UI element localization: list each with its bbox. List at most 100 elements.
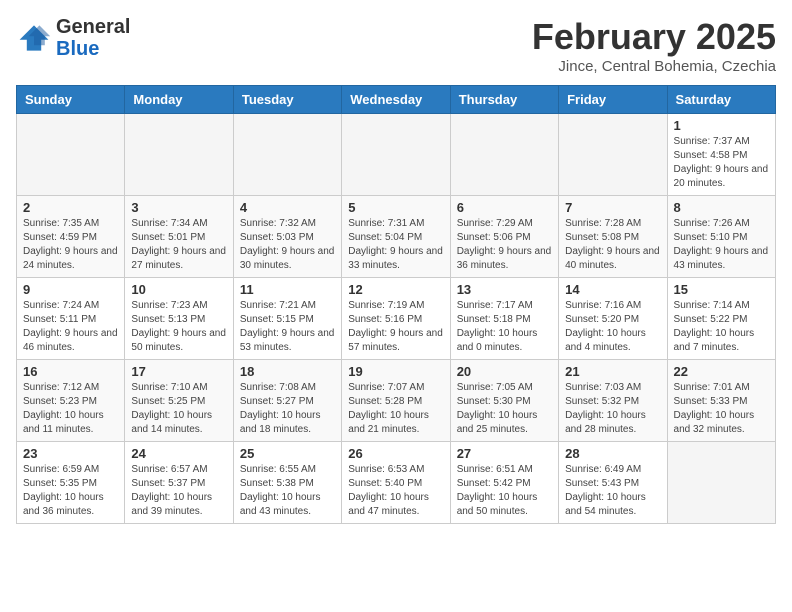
day-number: 20 [457, 364, 552, 379]
day-info: Sunrise: 7:01 AM Sunset: 5:33 PM Dayligh… [674, 381, 769, 437]
logo: General Blue [16, 16, 130, 60]
day-info: Sunrise: 6:59 AM Sunset: 5:35 PM Dayligh… [23, 463, 118, 519]
day-cell-16: 16 Sunrise: 7:12 AM Sunset: 5:23 PM Dayli… [17, 360, 125, 442]
day-number: 26 [348, 446, 443, 461]
calendar-table: SundayMondayTuesdayWednesdayThursdayFrid… [16, 85, 776, 524]
day-cell-4: 4 Sunrise: 7:32 AM Sunset: 5:03 PM Daylig… [233, 196, 341, 278]
logo-general: General [56, 16, 130, 38]
day-cell-9: 9Sunrise: 7:24 AM Sunset: 5:11 PM Daylig… [17, 278, 125, 360]
day-cell-5: 5 Sunrise: 7:31 AM Sunset: 5:04 PM Daylig… [342, 196, 450, 278]
week-row-3: 9Sunrise: 7:24 AM Sunset: 5:11 PM Daylig… [17, 278, 776, 360]
day-number: 2 [23, 200, 118, 215]
days-of-week-row: SundayMondayTuesdayWednesdayThursdayFrid… [17, 86, 776, 114]
day-info: Sunrise: 6:57 AM Sunset: 5:37 PM Dayligh… [131, 463, 226, 519]
title-section: February 2025 Jince, Central Bohemia, Cz… [532, 16, 776, 75]
day-cell-14: 14Sunrise: 7:16 AM Sunset: 5:20 PM Dayli… [559, 278, 667, 360]
day-info: Sunrise: 7:10 AM Sunset: 5:25 PM Dayligh… [131, 381, 226, 437]
day-header-monday: Monday [125, 86, 233, 114]
day-number: 5 [348, 200, 443, 215]
week-row-1: 1 Sunrise: 7:37 AM Sunset: 4:58 PM Daylig… [17, 114, 776, 196]
day-number: 3 [131, 200, 226, 215]
day-number: 22 [674, 364, 769, 379]
empty-cell [125, 114, 233, 196]
day-cell-19: 19 Sunrise: 7:07 AM Sunset: 5:28 PM Dayli… [342, 360, 450, 442]
day-number: 18 [240, 364, 335, 379]
day-header-wednesday: Wednesday [342, 86, 450, 114]
logo-text: General Blue [56, 16, 130, 60]
day-cell-1: 1 Sunrise: 7:37 AM Sunset: 4:58 PM Daylig… [667, 114, 775, 196]
day-cell-26: 26 Sunrise: 6:53 AM Sunset: 5:40 PM Dayli… [342, 442, 450, 524]
day-number: 15 [674, 282, 769, 297]
day-info: Sunrise: 7:21 AM Sunset: 5:15 PM Dayligh… [240, 299, 335, 355]
day-cell-11: 11 Sunrise: 7:21 AM Sunset: 5:15 PM Dayli… [233, 278, 341, 360]
day-info: Sunrise: 7:29 AM Sunset: 5:06 PM Dayligh… [457, 217, 552, 273]
day-info: Sunrise: 7:14 AM Sunset: 5:22 PM Dayligh… [674, 299, 769, 355]
day-info: Sunrise: 7:35 AM Sunset: 4:59 PM Dayligh… [23, 217, 118, 273]
day-number: 12 [348, 282, 443, 297]
logo-icon [16, 20, 52, 56]
day-info: Sunrise: 7:17 AM Sunset: 5:18 PM Dayligh… [457, 299, 552, 355]
day-number: 21 [565, 364, 660, 379]
day-number: 13 [457, 282, 552, 297]
day-cell-28: 28 Sunrise: 6:49 AM Sunset: 5:43 PM Dayli… [559, 442, 667, 524]
day-number: 7 [565, 200, 660, 215]
day-cell-15: 15 Sunrise: 7:14 AM Sunset: 5:22 PM Dayli… [667, 278, 775, 360]
week-row-4: 16 Sunrise: 7:12 AM Sunset: 5:23 PM Dayli… [17, 360, 776, 442]
day-number: 1 [674, 118, 769, 133]
day-info: Sunrise: 7:24 AM Sunset: 5:11 PM Dayligh… [23, 299, 118, 355]
page-header: General Blue February 2025 Jince, Centra… [16, 16, 776, 75]
day-number: 24 [131, 446, 226, 461]
day-number: 11 [240, 282, 335, 297]
day-cell-22: 22 Sunrise: 7:01 AM Sunset: 5:33 PM Dayli… [667, 360, 775, 442]
day-cell-21: 21 Sunrise: 7:03 AM Sunset: 5:32 PM Dayli… [559, 360, 667, 442]
day-number: 23 [23, 446, 118, 461]
day-info: Sunrise: 6:55 AM Sunset: 5:38 PM Dayligh… [240, 463, 335, 519]
day-number: 28 [565, 446, 660, 461]
day-number: 6 [457, 200, 552, 215]
day-cell-17: 17 Sunrise: 7:10 AM Sunset: 5:25 PM Dayli… [125, 360, 233, 442]
day-info: Sunrise: 6:49 AM Sunset: 5:43 PM Dayligh… [565, 463, 660, 519]
day-info: Sunrise: 7:07 AM Sunset: 5:28 PM Dayligh… [348, 381, 443, 437]
day-cell-7: 7 Sunrise: 7:28 AM Sunset: 5:08 PM Daylig… [559, 196, 667, 278]
day-header-tuesday: Tuesday [233, 86, 341, 114]
day-info: Sunrise: 6:53 AM Sunset: 5:40 PM Dayligh… [348, 463, 443, 519]
day-number: 8 [674, 200, 769, 215]
day-cell-10: 10 Sunrise: 7:23 AM Sunset: 5:13 PM Dayli… [125, 278, 233, 360]
day-number: 25 [240, 446, 335, 461]
day-info: Sunrise: 7:34 AM Sunset: 5:01 PM Dayligh… [131, 217, 226, 273]
day-info: Sunrise: 7:12 AM Sunset: 5:23 PM Dayligh… [23, 381, 118, 437]
calendar-subtitle: Jince, Central Bohemia, Czechia [532, 58, 776, 75]
day-header-sunday: Sunday [17, 86, 125, 114]
day-number: 4 [240, 200, 335, 215]
day-cell-18: 18Sunrise: 7:08 AM Sunset: 5:27 PM Dayli… [233, 360, 341, 442]
day-info: Sunrise: 7:37 AM Sunset: 4:58 PM Dayligh… [674, 135, 769, 191]
empty-cell [667, 442, 775, 524]
day-number: 10 [131, 282, 226, 297]
day-info: Sunrise: 7:19 AM Sunset: 5:16 PM Dayligh… [348, 299, 443, 355]
day-info: Sunrise: 7:26 AM Sunset: 5:10 PM Dayligh… [674, 217, 769, 273]
day-header-thursday: Thursday [450, 86, 558, 114]
day-cell-6: 6 Sunrise: 7:29 AM Sunset: 5:06 PM Daylig… [450, 196, 558, 278]
empty-cell [450, 114, 558, 196]
week-row-5: 23 Sunrise: 6:59 AM Sunset: 5:35 PM Dayli… [17, 442, 776, 524]
empty-cell [342, 114, 450, 196]
day-cell-13: 13 Sunrise: 7:17 AM Sunset: 5:18 PM Dayli… [450, 278, 558, 360]
day-info: Sunrise: 7:32 AM Sunset: 5:03 PM Dayligh… [240, 217, 335, 273]
day-number: 19 [348, 364, 443, 379]
day-cell-23: 23 Sunrise: 6:59 AM Sunset: 5:35 PM Dayli… [17, 442, 125, 524]
day-info: Sunrise: 7:03 AM Sunset: 5:32 PM Dayligh… [565, 381, 660, 437]
day-info: Sunrise: 7:28 AM Sunset: 5:08 PM Dayligh… [565, 217, 660, 273]
day-info: Sunrise: 7:23 AM Sunset: 5:13 PM Dayligh… [131, 299, 226, 355]
day-cell-25: 25 Sunrise: 6:55 AM Sunset: 5:38 PM Dayli… [233, 442, 341, 524]
day-header-saturday: Saturday [667, 86, 775, 114]
day-number: 17 [131, 364, 226, 379]
day-info: Sunrise: 6:51 AM Sunset: 5:42 PM Dayligh… [457, 463, 552, 519]
week-row-2: 2 Sunrise: 7:35 AM Sunset: 4:59 PM Daylig… [17, 196, 776, 278]
logo-blue: Blue [56, 38, 99, 60]
day-cell-27: 27Sunrise: 6:51 AM Sunset: 5:42 PM Dayli… [450, 442, 558, 524]
empty-cell [17, 114, 125, 196]
day-header-friday: Friday [559, 86, 667, 114]
day-info: Sunrise: 7:31 AM Sunset: 5:04 PM Dayligh… [348, 217, 443, 273]
day-number: 16 [23, 364, 118, 379]
day-info: Sunrise: 7:05 AM Sunset: 5:30 PM Dayligh… [457, 381, 552, 437]
